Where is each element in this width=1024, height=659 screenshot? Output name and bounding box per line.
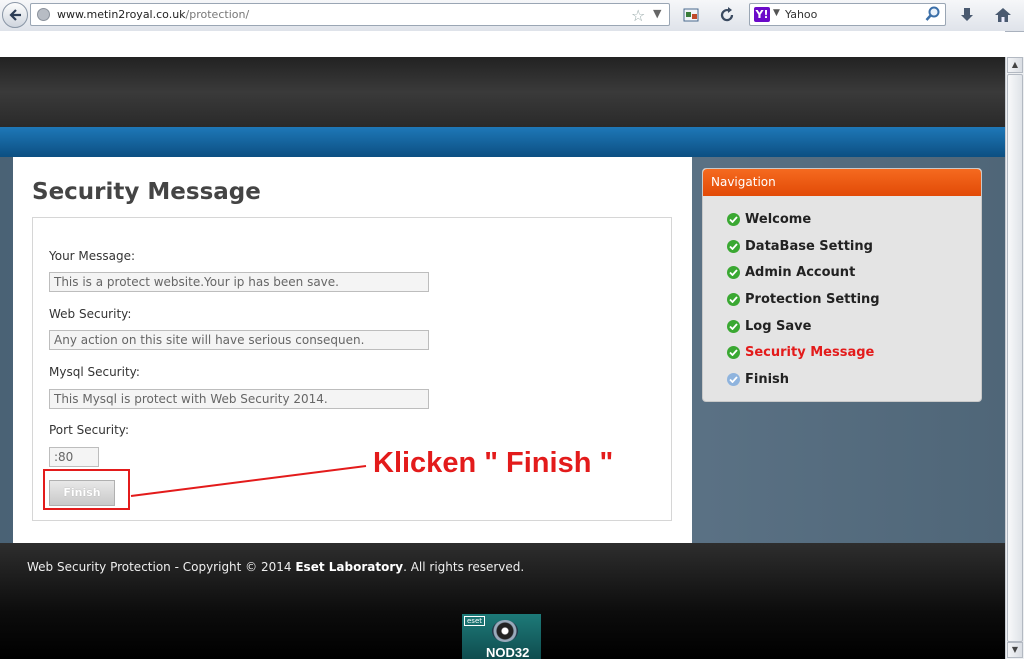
back-arrow-icon [9, 9, 21, 21]
site-footer: Web Security Protection - Copyright © 20… [0, 543, 1005, 659]
scroll-down-icon[interactable]: ▼ [1007, 642, 1023, 658]
annotation-text: Klicken " Finish " [373, 447, 614, 479]
url-host: www.metin2royal.co.uk [57, 8, 186, 21]
search-box[interactable]: Y! ▼ Yahoo [749, 3, 946, 26]
badge-product: NOD32 [486, 645, 530, 659]
browser-toolbar: www.metin2royal.co.uk/protection/ ☆ ▼ Y!… [0, 0, 1024, 32]
footer-company: Eset Laboratory [295, 560, 404, 574]
url-text: www.metin2royal.co.uk/protection/ [57, 8, 249, 21]
reload-icon[interactable] [718, 6, 736, 24]
vertical-scrollbar[interactable]: ▲ ▼ [1005, 57, 1024, 659]
nav-item-label: Log Save [745, 319, 812, 334]
home-icon[interactable] [994, 6, 1012, 24]
search-placeholder: Yahoo [785, 8, 818, 21]
web-security-label: Web Security: [49, 307, 132, 321]
url-path: /protection/ [185, 8, 250, 21]
footer-copyright: Web Security Protection - Copyright © 20… [27, 560, 524, 574]
yahoo-logo-icon: Y! [754, 7, 770, 22]
scrollbar-thumb[interactable] [1007, 74, 1023, 642]
nav-item-label: Protection Setting [745, 292, 880, 307]
mysql-security-label: Mysql Security: [49, 365, 140, 379]
check-icon [727, 346, 740, 359]
port-security-label: Port Security: [49, 423, 130, 437]
nav-item-label: Welcome [745, 212, 812, 227]
check-icon [727, 266, 740, 279]
download-icon[interactable] [958, 6, 976, 24]
address-bar[interactable]: www.metin2royal.co.uk/protection/ ☆ ▼ [30, 3, 670, 26]
check-icon [727, 213, 740, 226]
your-message-label: Your Message: [49, 249, 136, 263]
footer-copyright-prefix: Web Security Protection - Copyright © 20… [27, 560, 296, 574]
check-icon [727, 320, 740, 333]
mysql-security-field[interactable]: This Mysql is protect with Web Security … [49, 389, 429, 409]
page-title: Security Message [32, 179, 261, 205]
search-icon[interactable] [925, 6, 941, 23]
header-blue-band [0, 127, 1005, 157]
page-top-spacer [0, 31, 1005, 57]
port-security-field[interactable]: :80 [49, 447, 99, 467]
search-engine-dropdown-icon[interactable]: ▼ [773, 8, 780, 18]
nav-item-label: DataBase Setting [745, 239, 873, 254]
footer-copyright-suffix: . All rights reserved. [403, 560, 525, 574]
back-button[interactable] [2, 2, 28, 28]
navigation-panel: Navigation Welcome DataBase Setting Admi… [702, 168, 982, 402]
check-icon [727, 240, 740, 253]
nav-item-label: Finish [745, 372, 790, 387]
nav-item-label: Admin Account [745, 265, 856, 280]
annotation-highlight-box [43, 469, 130, 510]
globe-icon [37, 8, 50, 21]
eset-nod32-badge[interactable]: eset NOD32 [462, 614, 541, 659]
site-header [0, 57, 1005, 127]
nav-item-label: Security Message [745, 345, 875, 360]
bookmark-star-icon[interactable]: ☆ [631, 6, 645, 25]
check-icon [727, 293, 740, 306]
navigation-heading: Navigation [703, 169, 981, 196]
badge-brand: eset [464, 616, 486, 626]
eye-logo-icon [492, 620, 518, 642]
your-message-field[interactable]: This is a protect website.Your ip has be… [49, 272, 429, 292]
web-security-field[interactable]: Any action on this site will have seriou… [49, 330, 429, 350]
addon-icon[interactable] [683, 6, 701, 24]
pending-check-icon [727, 373, 740, 386]
scroll-up-icon[interactable]: ▲ [1007, 57, 1023, 73]
url-dropdown-icon[interactable]: ▼ [653, 7, 661, 20]
